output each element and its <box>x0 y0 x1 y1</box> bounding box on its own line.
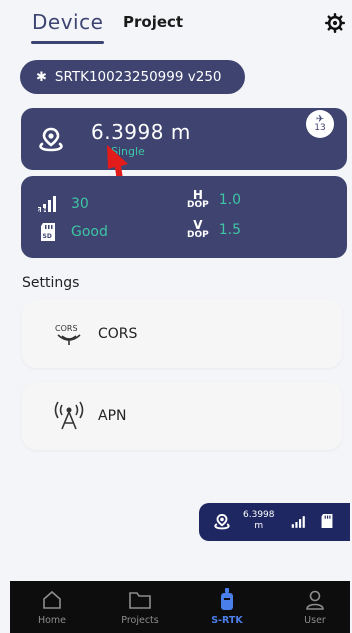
mini-accuracy-value: 6.3998 m <box>243 510 275 531</box>
nav-item-s-rtk[interactable]: S-RTK <box>192 581 262 633</box>
antenna-icon <box>54 401 84 430</box>
device-name: SRTK10023250999 v250 <box>54 69 222 85</box>
svg-text:CORS: CORS <box>55 324 78 333</box>
nav-item-user[interactable]: User <box>280 581 350 633</box>
status-stats-card: SIM 30 SD Good H DOP 1.0 V DOP 1.5 <box>21 176 347 258</box>
bottom-navigation: Home Projects S-RTK User <box>10 581 350 633</box>
user-icon <box>306 590 324 610</box>
nav-item-projects[interactable]: Projects <box>105 581 175 633</box>
position-accuracy-value: 6.3998 m <box>91 120 191 144</box>
hdop-value: 1.0 <box>218 192 241 208</box>
settings-heading: Settings <box>22 275 80 291</box>
sim-signal-icon: SIM <box>37 194 59 214</box>
location-pin-icon <box>39 127 63 152</box>
signal-value: 30 <box>71 196 89 212</box>
vdop-stat: V DOP 1.5 <box>187 218 241 240</box>
settings-item-cors[interactable]: CORS CORS <box>22 300 342 368</box>
settings-item-apn[interactable]: APN <box>22 382 342 450</box>
home-icon <box>43 590 61 609</box>
sd-stat: SD Good <box>37 222 108 242</box>
vdop-icon: V DOP <box>187 218 209 240</box>
folder-icon <box>129 592 151 609</box>
sd-status-value: Good <box>71 224 108 240</box>
satellite-count: 13 <box>314 123 326 133</box>
gear-icon[interactable] <box>325 13 345 33</box>
settings-item-apn-label: APN <box>98 408 127 424</box>
tab-project[interactable]: Project <box>123 13 183 31</box>
nav-label-home: Home <box>37 615 67 626</box>
nav-label-user: User <box>304 615 326 626</box>
sim-signal-icon <box>291 516 305 528</box>
sd-card-icon: SD <box>37 222 59 242</box>
sd-card-icon <box>321 514 333 528</box>
nav-item-home[interactable]: Home <box>17 581 87 633</box>
hdop-stat: H DOP 1.0 <box>187 188 241 210</box>
satellite-count-badge[interactable]: ✈ 13 <box>306 110 334 138</box>
position-card[interactable]: 6.3998 m Single <box>21 108 347 170</box>
vdop-value: 1.5 <box>218 222 241 238</box>
bluetooth-icon: ✱ <box>36 69 47 85</box>
nav-label-s-rtk: S-RTK <box>211 615 243 626</box>
nav-label-projects: Projects <box>121 615 159 626</box>
location-pin-icon <box>214 513 230 530</box>
floating-status-widget[interactable]: 6.3998 m <box>199 503 350 541</box>
top-tab-bar: Device Project <box>0 0 352 50</box>
cors-icon: CORS <box>55 324 81 345</box>
signal-stat: SIM 30 <box>37 194 89 214</box>
tab-device-underline <box>31 41 104 44</box>
rtk-receiver-icon <box>221 588 233 610</box>
tab-device[interactable]: Device <box>32 10 103 34</box>
settings-item-cors-label: CORS <box>98 326 138 342</box>
svg-text:SIM: SIM <box>37 208 47 213</box>
svg-text:SD: SD <box>43 233 52 240</box>
device-connection-pill[interactable]: ✱ SRTK10023250999 v250 <box>20 60 245 94</box>
hdop-icon: H DOP <box>187 188 209 210</box>
